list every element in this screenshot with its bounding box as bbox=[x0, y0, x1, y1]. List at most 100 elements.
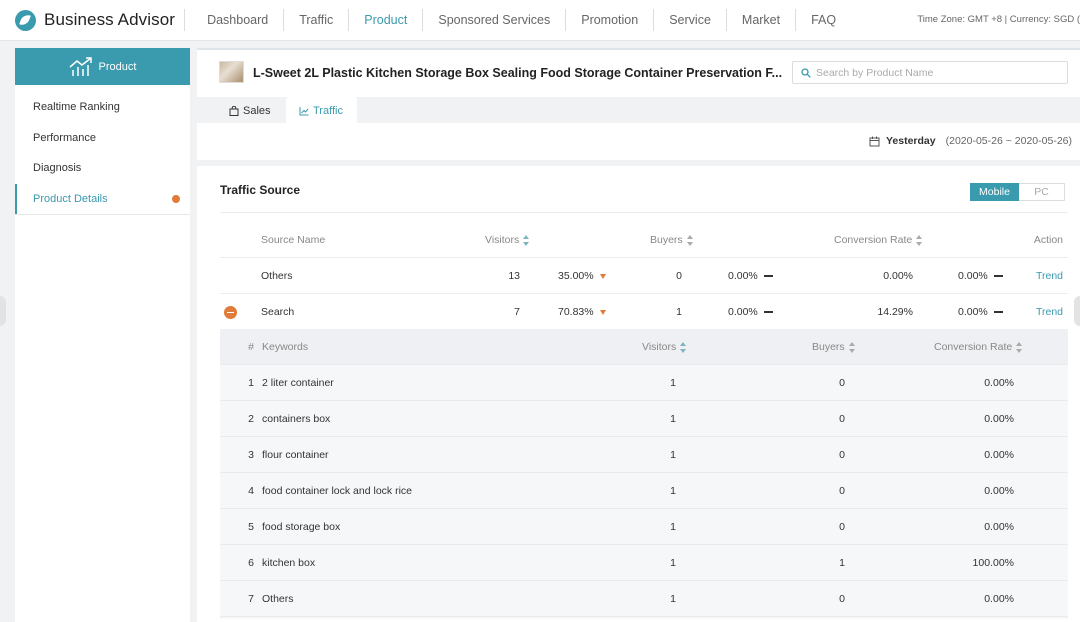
no-change-dash-icon bbox=[763, 275, 773, 277]
conversion-value: 0.00% bbox=[883, 270, 913, 282]
sort-icon bbox=[686, 234, 694, 246]
keyword-row: 6 kitchen box 1 1 100.00% bbox=[220, 545, 1068, 581]
keyword-row: 5 food storage box 1 0 0.00% bbox=[220, 509, 1068, 545]
keyword-text: food container lock and lock rice bbox=[262, 485, 412, 497]
decrease-arrow-icon bbox=[599, 309, 606, 315]
tab-traffic[interactable]: Traffic bbox=[286, 97, 357, 125]
keyword-visitors: 1 bbox=[670, 521, 676, 533]
date-picker[interactable]: Yesterday (2020-05-26 ~ 2020-05-26) bbox=[869, 135, 1072, 147]
nav-faq[interactable]: FAQ bbox=[796, 0, 851, 40]
col-buyers-label: Buyers bbox=[650, 234, 683, 246]
keyword-buyers: 1 bbox=[839, 557, 845, 569]
nav-dashboard[interactable]: Dashboard bbox=[192, 0, 283, 40]
nav-product[interactable]: Product bbox=[349, 0, 422, 40]
panel-divider bbox=[220, 212, 1068, 213]
col-keywords: Keywords bbox=[262, 341, 309, 353]
line-chart-icon bbox=[299, 107, 309, 116]
date-range: (2020-05-26 ~ 2020-05-26) bbox=[945, 135, 1072, 147]
col-kw-visitors[interactable]: Visitors bbox=[642, 329, 687, 365]
scroll-left-handle[interactable] bbox=[0, 296, 6, 326]
buyers-change-value: 0.00% bbox=[728, 270, 758, 282]
keyword-index: 2 bbox=[248, 413, 254, 425]
keyword-text: containers box bbox=[262, 413, 331, 425]
tab-sales[interactable]: Sales bbox=[229, 97, 271, 125]
keyword-text: 2 liter container bbox=[262, 377, 334, 389]
keywords-header: # Keywords Visitors Buyers Conversion Ra… bbox=[220, 329, 1068, 365]
sidebar-item-product-details[interactable]: Product Details bbox=[15, 183, 190, 214]
product-title: L-Sweet 2L Plastic Kitchen Storage Box S… bbox=[253, 66, 783, 80]
col-source-name: Source Name bbox=[261, 234, 326, 246]
top-bar: Business Advisor Dashboard Traffic Produ… bbox=[0, 0, 1080, 41]
keyword-index: 4 bbox=[248, 485, 254, 497]
conversion-change-value: 0.00% bbox=[958, 270, 988, 282]
panel-title: Traffic Source bbox=[220, 183, 301, 197]
product-header: L-Sweet 2L Plastic Kitchen Storage Box S… bbox=[197, 48, 1080, 125]
keyword-index: 5 bbox=[248, 521, 254, 533]
col-buyers[interactable]: Buyers bbox=[650, 222, 694, 258]
buyers-value: 0 bbox=[676, 270, 682, 282]
sidebar: Product Realtime Ranking Performance Dia… bbox=[15, 48, 190, 622]
tab-sales-label: Sales bbox=[243, 105, 271, 117]
source-name: Search bbox=[261, 306, 295, 318]
device-toggle: Mobile PC bbox=[970, 183, 1065, 201]
keyword-conversion: 0.00% bbox=[984, 593, 1014, 605]
app-logo[interactable]: Business Advisor bbox=[0, 0, 175, 40]
visitors-value: 13 bbox=[508, 270, 520, 282]
keyword-conversion: 0.00% bbox=[984, 485, 1014, 497]
product-search-input[interactable] bbox=[816, 66, 1056, 79]
date-bar: Yesterday (2020-05-26 ~ 2020-05-26) bbox=[197, 123, 1080, 160]
collapse-toggle[interactable] bbox=[224, 294, 237, 330]
tab-traffic-label: Traffic bbox=[313, 105, 343, 117]
keyword-text: flour container bbox=[262, 449, 329, 461]
trend-link[interactable]: Trend bbox=[1000, 294, 1063, 330]
keyword-buyers: 0 bbox=[839, 377, 845, 389]
main-nav: Dashboard Traffic Product Sponsored Serv… bbox=[192, 0, 851, 40]
col-kw-conversion[interactable]: Conversion Rate bbox=[934, 329, 1023, 365]
trend-link[interactable]: Trend bbox=[1000, 258, 1063, 294]
keyword-buyers: 0 bbox=[839, 521, 845, 533]
visitors-change-value: 70.83% bbox=[558, 306, 594, 318]
nav-divider bbox=[184, 9, 186, 31]
visitors-change: 70.83% bbox=[558, 294, 606, 330]
decrease-arrow-icon bbox=[599, 273, 606, 279]
nav-service[interactable]: Service bbox=[654, 0, 726, 40]
col-kw-buyers-label: Buyers bbox=[812, 341, 845, 353]
sidebar-item-performance[interactable]: Performance bbox=[15, 123, 190, 154]
col-kw-buyers[interactable]: Buyers bbox=[812, 329, 856, 365]
keyword-conversion: 100.00% bbox=[972, 557, 1014, 569]
product-search[interactable] bbox=[792, 61, 1068, 84]
nav-promotion[interactable]: Promotion bbox=[566, 0, 653, 40]
col-conversion-rate[interactable]: Conversion Rate bbox=[834, 222, 923, 258]
keyword-index: 3 bbox=[248, 449, 254, 461]
sort-icon bbox=[848, 341, 856, 353]
sidebar-item-realtime-ranking[interactable]: Realtime Ranking bbox=[15, 92, 190, 123]
sidebar-item-label: Realtime Ranking bbox=[33, 101, 120, 114]
nav-traffic[interactable]: Traffic bbox=[284, 0, 348, 40]
chart-trend-icon bbox=[69, 56, 92, 76]
conversion-change: 0.00% bbox=[958, 294, 1003, 330]
toggle-pc[interactable]: PC bbox=[1019, 183, 1065, 201]
visitors-value: 7 bbox=[514, 306, 520, 318]
keyword-index: 1 bbox=[248, 377, 254, 389]
sidebar-header: Product bbox=[15, 48, 190, 85]
nav-sponsored-services[interactable]: Sponsored Services bbox=[423, 0, 565, 40]
product-thumbnail bbox=[219, 61, 244, 83]
no-change-dash-icon bbox=[763, 311, 773, 313]
col-visitors[interactable]: Visitors bbox=[485, 222, 530, 258]
col-action: Action bbox=[1033, 234, 1063, 246]
sort-icon bbox=[1016, 341, 1023, 353]
keyword-conversion: 0.00% bbox=[984, 413, 1014, 425]
keyword-buyers: 0 bbox=[839, 449, 845, 461]
sidebar-item-diagnosis[interactable]: Diagnosis bbox=[15, 153, 190, 184]
source-name: Others bbox=[261, 270, 293, 282]
keyword-conversion: 0.00% bbox=[984, 377, 1014, 389]
keyword-buyers: 0 bbox=[839, 413, 845, 425]
keyword-visitors: 1 bbox=[670, 593, 676, 605]
nav-market[interactable]: Market bbox=[727, 0, 795, 40]
keyword-buyers: 0 bbox=[839, 593, 845, 605]
toggle-mobile[interactable]: Mobile bbox=[970, 183, 1019, 201]
buyers-value: 1 bbox=[676, 306, 682, 318]
scroll-right-handle[interactable] bbox=[1074, 296, 1080, 326]
col-visitors-label: Visitors bbox=[485, 234, 520, 246]
keyword-visitors: 1 bbox=[670, 413, 676, 425]
